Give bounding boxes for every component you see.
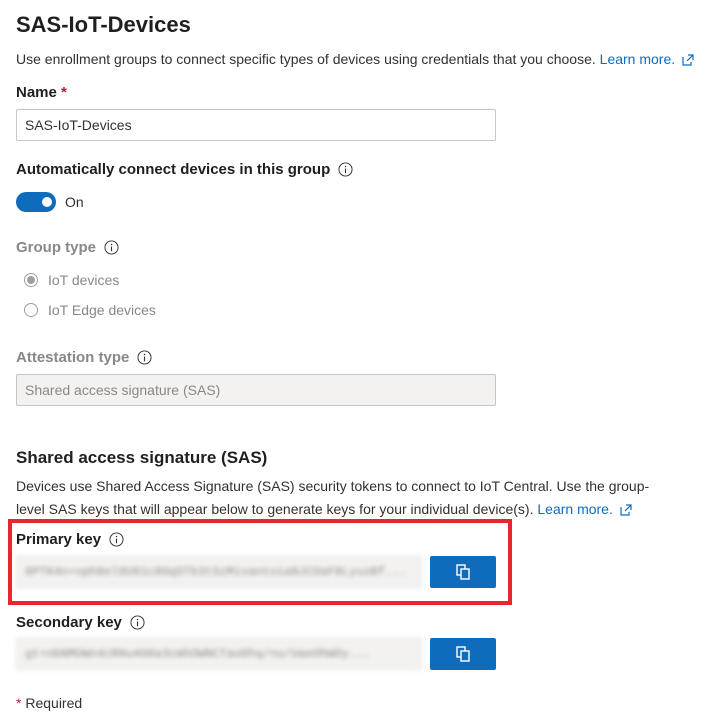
page-description: Use enrollment groups to connect specifi… [16,48,716,71]
copy-primary-key-button[interactable] [430,556,496,588]
primary-key-label-text: Primary key [16,531,102,548]
toggle-state-label: On [65,194,84,210]
copy-icon [456,564,470,580]
info-icon[interactable] [338,162,353,177]
toggle-thumb [42,197,52,207]
secondary-key-label: Secondary key [16,614,145,631]
auto-connect-label-text: Automatically connect devices in this gr… [16,161,331,178]
secondary-key-label-text: Secondary key [16,614,122,631]
radio-circle[interactable] [24,303,38,317]
name-label-text: Name [16,84,57,101]
radio-circle[interactable] [24,273,38,287]
page-title: SAS-IoT-Devices [16,12,191,37]
radio-label: IoT Edge devices [48,302,156,318]
required-text: Required [25,695,83,711]
radio-iot-devices[interactable]: IoT devices [24,272,119,288]
radio-selected-dot [27,276,35,284]
external-link-icon[interactable] [681,53,695,67]
sas-description-line1: Devices use Shared Access Signature (SAS… [16,478,650,494]
info-icon[interactable] [104,240,119,255]
required-asterisk: * [16,695,22,711]
attestation-type-label: Attestation type [16,349,152,366]
attestation-type-field: Shared access signature (SAS) [16,374,496,406]
required-note: * Required [16,695,82,711]
info-icon[interactable] [137,350,152,365]
sas-description-line2: level SAS keys that will appear below to… [16,501,534,517]
group-type-label: Group type [16,239,119,256]
description-text: Use enrollment groups to connect specifi… [16,51,596,67]
primary-key-field[interactable]: 6PTK4n+oph8el9U91c8GqSTb3tSzMivantoiaNJC… [16,556,422,588]
sas-section-heading: Shared access signature (SAS) [16,448,268,467]
sas-section-description: Devices use Shared Access Signature (SAS… [16,475,716,521]
name-input[interactable]: SAS-IoT-Devices [16,109,496,141]
copy-secondary-key-button[interactable] [430,638,496,670]
learn-more-link[interactable]: Learn more. [600,51,675,67]
toggle-track[interactable] [16,192,56,212]
name-label: Name * [16,84,67,101]
auto-connect-label: Automatically connect devices in this gr… [16,161,353,178]
learn-more-link[interactable]: Learn more. [537,501,612,517]
radio-iot-edge-devices[interactable]: IoT Edge devices [24,302,156,318]
secondary-key-field[interactable]: gt+nbNMUWn4cRHu4G0a3cmhOWNCTaoDhq/nu/Uae… [16,638,422,670]
copy-icon [456,646,470,662]
auto-connect-toggle[interactable]: On [16,192,84,212]
attestation-type-label-text: Attestation type [16,349,130,366]
primary-key-label: Primary key [16,531,124,548]
info-icon[interactable] [109,532,124,547]
external-link-icon[interactable] [619,503,633,517]
info-icon[interactable] [130,615,145,630]
group-type-label-text: Group type [16,239,97,256]
radio-label: IoT devices [48,272,120,288]
required-asterisk: * [61,84,67,101]
